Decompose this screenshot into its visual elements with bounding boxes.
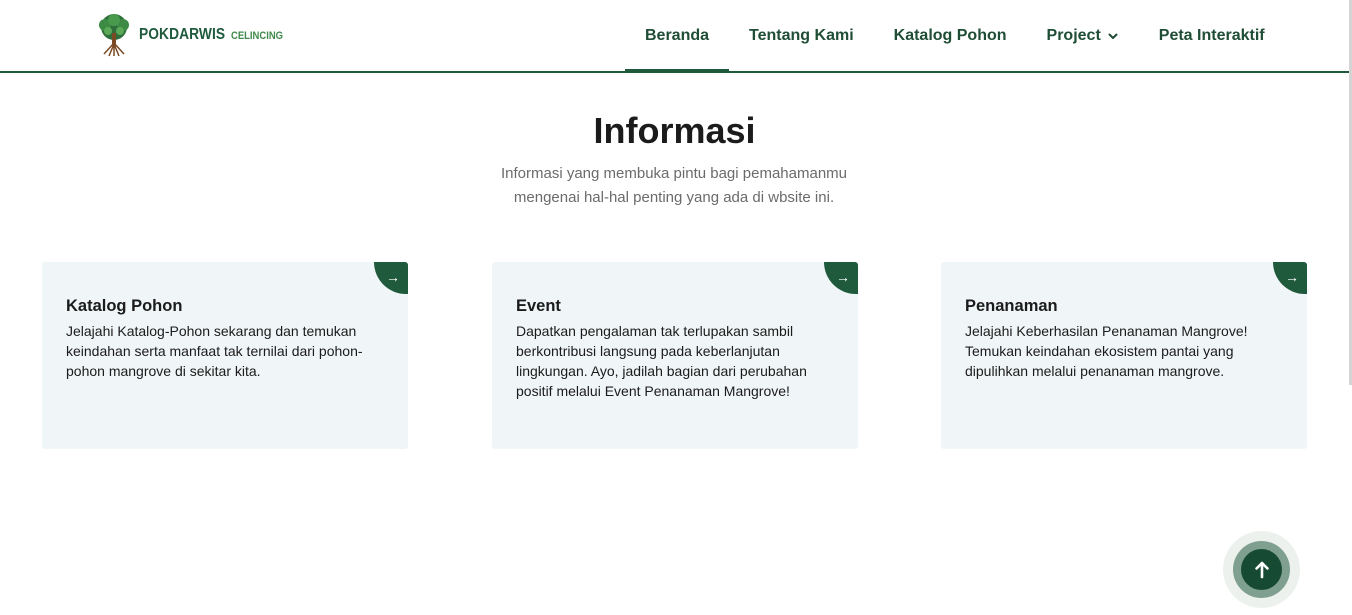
nav-item-katalog-pohon[interactable]: Katalog Pohon <box>874 0 1027 71</box>
info-card-event[interactable]: → Event Dapatkan pengalaman tak terlupak… <box>492 262 858 449</box>
brand-logo[interactable]: POKDARWIS CELINCING <box>95 12 292 58</box>
card-description: Jelajahi Keberhasilan Penanaman Mangrove… <box>965 323 1248 379</box>
arrow-right-icon[interactable]: → <box>824 262 858 294</box>
arrow-up-icon <box>1254 561 1269 578</box>
chevron-down-icon <box>1108 33 1118 39</box>
brand-name: POKDARWIS <box>139 26 226 43</box>
main-nav: Beranda Tentang Kami Katalog Pohon Proje… <box>625 0 1285 72</box>
arrow-right-icon[interactable]: → <box>374 262 408 294</box>
card-title: Event <box>516 297 561 315</box>
nav-item-label: Peta Interaktif <box>1158 26 1265 44</box>
card-description: Jelajahi Katalog-Pohon sekarang dan temu… <box>66 323 363 379</box>
card-description: Dapatkan pengalaman tak terlupakan sambi… <box>516 323 807 399</box>
nav-item-beranda[interactable]: Beranda <box>625 0 730 72</box>
section-subtitle: Informasi yang membuka pintu bagi pemaha… <box>500 165 848 206</box>
site-header: POKDARWIS CELINCING Beranda Tentang Kami… <box>0 0 1349 73</box>
card-title: Penanaman <box>965 297 1058 315</box>
brand-subname: CELINCING <box>231 30 284 42</box>
card-title: Katalog Pohon <box>66 297 183 315</box>
nav-item-peta-interaktif[interactable]: Peta Interaktif <box>1139 0 1285 71</box>
back-to-top-button[interactable] <box>1241 549 1282 590</box>
nav-item-label: Katalog Pohon <box>893 26 1007 44</box>
arrow-right-icon[interactable]: → <box>1273 262 1307 294</box>
nav-item-label: Tentang Kami <box>749 26 854 44</box>
nav-item-tentang-kami[interactable]: Tentang Kami <box>729 0 874 71</box>
tree-logo-icon <box>99 14 129 57</box>
section-title: Informasi <box>593 110 756 151</box>
nav-item-label: Project <box>1046 26 1101 44</box>
info-card-katalog-pohon[interactable]: → Katalog Pohon Jelajahi Katalog-Pohon s… <box>42 262 408 449</box>
nav-item-label: Beranda <box>645 26 710 44</box>
nav-item-project[interactable]: Project <box>1027 0 1139 71</box>
info-card-penanaman[interactable]: → Penanaman Jelajahi Keberhasilan Penana… <box>941 262 1307 449</box>
